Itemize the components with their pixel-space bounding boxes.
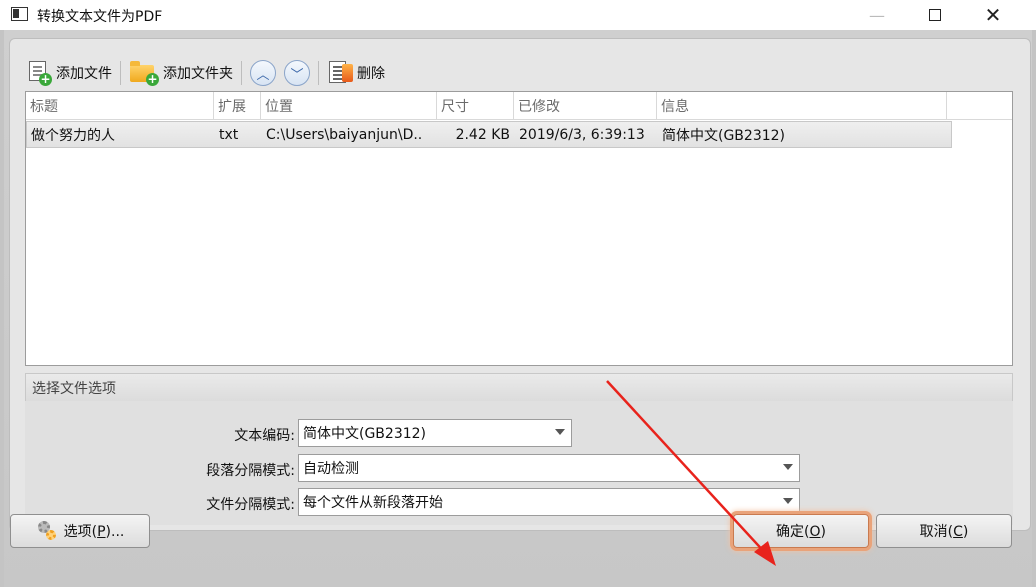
column-header-ext[interactable]: 扩展 xyxy=(214,92,261,119)
close-button[interactable]: ✕ xyxy=(970,0,1016,30)
dropdown-arrow-icon xyxy=(555,429,565,435)
cancel-button-label: 取消(C) xyxy=(919,524,969,540)
toolbar-separator xyxy=(120,61,121,85)
move-down-button[interactable]: ﹀ xyxy=(284,60,310,86)
minimize-icon: — xyxy=(869,5,885,25)
encoding-value: 简体中文(GB2312) xyxy=(303,426,427,442)
file-list[interactable]: 标题 扩展 位置 尺寸 已修改 信息 做个努力的人 txt C:\Users\b… xyxy=(25,91,1013,366)
minimize-button[interactable]: — xyxy=(854,0,900,30)
delete-label: 删除 xyxy=(357,66,385,82)
maximize-icon xyxy=(929,9,941,21)
add-file-icon: + xyxy=(26,60,52,86)
encoding-label: 文本编码: xyxy=(234,428,295,444)
options-section: 文本编码: 简体中文(GB2312) 段落分隔模式: 自动检测 文件分隔模式: … xyxy=(25,401,1013,525)
encoding-select[interactable]: 简体中文(GB2312) xyxy=(298,419,572,447)
gear-icon xyxy=(36,520,58,542)
paragraph-mode-value: 自动检测 xyxy=(303,461,359,477)
delete-icon xyxy=(327,60,353,86)
dialog-body: + 添加文件 + 添加文件夹 ︿ ﹀ 删除 标题 扩展 位置 尺寸 已修改 信息… xyxy=(0,30,1036,587)
dropdown-arrow-icon xyxy=(783,498,793,504)
add-file-button[interactable]: + 添加文件 xyxy=(22,57,116,89)
file-title: 做个努力的人 xyxy=(31,127,115,144)
add-file-label: 添加文件 xyxy=(56,66,112,82)
toolbar-separator xyxy=(241,61,242,85)
main-panel: + 添加文件 + 添加文件夹 ︿ ﹀ 删除 标题 扩展 位置 尺寸 已修改 信息… xyxy=(9,38,1031,531)
file-location: C:\Users\baiyanjun\D.. xyxy=(266,126,423,143)
add-folder-icon: + xyxy=(129,60,159,86)
file-info: 简体中文(GB2312) xyxy=(662,127,786,144)
options-section-title: 选择文件选项 xyxy=(25,373,1013,401)
file-sep-mode-value: 每个文件从新段落开始 xyxy=(303,495,443,511)
maximize-button[interactable] xyxy=(912,0,958,30)
file-sep-mode-select[interactable]: 每个文件从新段落开始 xyxy=(298,488,800,516)
column-header-title[interactable]: 标题 xyxy=(26,92,214,119)
title-bar: 转换文本文件为PDF — ✕ xyxy=(0,0,1036,30)
close-icon: ✕ xyxy=(984,3,1002,27)
move-up-button[interactable]: ︿ xyxy=(250,60,276,86)
paragraph-mode-select[interactable]: 自动检测 xyxy=(298,454,800,482)
dropdown-arrow-icon xyxy=(783,464,793,470)
column-header-size[interactable]: 尺寸 xyxy=(437,92,514,119)
add-folder-label: 添加文件夹 xyxy=(163,66,233,82)
delete-button[interactable]: 删除 xyxy=(323,57,389,89)
file-modified: 2019/6/3, 6:39:13 xyxy=(519,126,645,143)
column-header-modified[interactable]: 已修改 xyxy=(514,92,657,119)
cancel-button[interactable]: 取消(C) xyxy=(876,514,1012,548)
add-folder-button[interactable]: + 添加文件夹 xyxy=(125,57,237,89)
column-header-location[interactable]: 位置 xyxy=(261,92,437,119)
file-ext: txt xyxy=(219,126,239,143)
file-sep-mode-label: 文件分隔模式: xyxy=(206,497,295,513)
toolbar-separator xyxy=(318,61,319,85)
paragraph-mode-label: 段落分隔模式: xyxy=(206,463,295,479)
ok-button-label: 确定(O) xyxy=(776,524,826,540)
chevron-down-icon: ﹀ xyxy=(290,67,304,83)
file-row[interactable]: 做个努力的人 txt C:\Users\baiyanjun\D.. 2.42 K… xyxy=(26,121,952,148)
toolbar: + 添加文件 + 添加文件夹 ︿ ﹀ 删除 xyxy=(22,55,1022,91)
ok-button[interactable]: 确定(O) xyxy=(733,514,869,548)
chevron-up-icon: ︿ xyxy=(256,67,270,83)
options-button-label: 选项(P)... xyxy=(63,524,125,540)
column-header-info[interactable]: 信息 xyxy=(657,92,947,119)
file-size: 2.42 KB xyxy=(455,126,510,143)
file-list-header: 标题 扩展 位置 尺寸 已修改 信息 xyxy=(26,92,1012,120)
options-button[interactable]: 选项(P)... xyxy=(10,514,150,548)
app-window-icon xyxy=(11,7,28,21)
window-title: 转换文本文件为PDF xyxy=(37,9,163,25)
